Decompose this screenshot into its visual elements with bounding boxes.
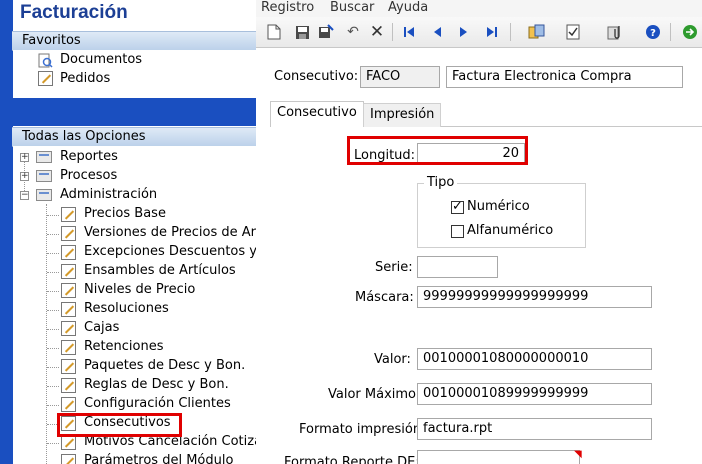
tree-item-precios-base[interactable]: Precios Base [84, 206, 166, 221]
required-marker: ◥ [574, 449, 582, 460]
tipo-group: Tipo Numérico Alfanumérico [417, 175, 586, 248]
help-icon[interactable]: ? [644, 23, 662, 41]
formato-reporte-label: Formato Reporte DE: [284, 455, 420, 464]
consecutivo-label: Consecutivo: [274, 69, 359, 84]
numerico-label: Numérico [467, 199, 530, 214]
svg-text:?: ? [650, 28, 656, 39]
pencil-icon [61, 283, 76, 298]
detail-pane: Registro Buscar Ayuda ↶ ✕ ? Consecutivo:… [256, 0, 702, 464]
undo-icon[interactable]: ↶ [344, 23, 362, 41]
new-icon[interactable] [265, 23, 283, 41]
last-icon[interactable] [483, 23, 501, 41]
pencil-icon [61, 226, 76, 241]
valor-label: Valor: [374, 352, 411, 367]
processes-folder-icon [36, 170, 52, 182]
menu-registro[interactable]: Registro [261, 0, 314, 15]
app-title: Facturación [20, 2, 128, 23]
tree-item-paquetes-desc[interactable]: Paquetes de Desc y Bon. [84, 358, 245, 373]
save-icon[interactable] [293, 23, 311, 41]
tree-item-retenciones[interactable]: Retenciones [84, 339, 164, 354]
tree-item-excepciones-descuentos[interactable]: Excepciones Descuentos y B [84, 244, 256, 259]
favorite-item-documentos[interactable]: Documentos [60, 52, 142, 67]
expand-toggle[interactable]: + [20, 172, 29, 181]
pencil-icon [61, 321, 76, 336]
tree-item-parametros-modulo[interactable]: Parámetros del Módulo [84, 453, 233, 464]
save-as-icon[interactable] [317, 23, 335, 41]
favorites-list: Documentos Pedidos [13, 50, 256, 98]
go-icon[interactable] [681, 23, 699, 41]
next-icon[interactable] [455, 23, 473, 41]
check-icon[interactable] [564, 23, 582, 41]
valor-field[interactable]: 00100001080000000010 [417, 348, 652, 370]
consecutivo-code-field[interactable]: FACO [360, 66, 440, 88]
tipo-legend: Tipo [424, 175, 458, 190]
copy-icon[interactable] [528, 23, 546, 41]
tree-item-cajas[interactable]: Cajas [84, 320, 119, 335]
section-divider [13, 98, 256, 126]
pencil-icon [61, 264, 76, 279]
pencil-icon [61, 340, 76, 355]
tab-impresion[interactable]: Impresión [363, 103, 442, 127]
pencil-icon [61, 207, 76, 222]
formato-impresion-label: Formato impresión: [299, 422, 426, 437]
pencil-icon [61, 378, 76, 393]
attach-icon[interactable] [606, 23, 624, 41]
menu-buscar[interactable]: Buscar [330, 0, 374, 15]
expand-toggle[interactable]: + [20, 153, 29, 162]
tab-consecutivo[interactable]: Consecutivo [270, 101, 364, 127]
first-icon[interactable] [400, 23, 418, 41]
alfanumerico-label: Alfanumérico [467, 223, 554, 238]
favorites-header[interactable]: Favoritos [12, 31, 256, 51]
reports-folder-icon [36, 151, 52, 163]
pencil-icon [61, 397, 76, 412]
tree-item-reglas-desc[interactable]: Reglas de Desc y Bon. [84, 377, 229, 392]
left-accent-strip [0, 0, 13, 464]
pencil-icon [61, 359, 76, 374]
navigation-pane: Facturación Favoritos Documentos Pedidos… [0, 0, 256, 464]
pencil-icon [61, 302, 76, 317]
tree-item-niveles-precio[interactable]: Niveles de Precio [84, 282, 195, 297]
valor-maximo-field[interactable]: 00100001089999999999 [417, 383, 652, 405]
pencil-icon [61, 435, 76, 450]
all-options-header-label: Todas las Opciones [22, 129, 146, 144]
toolbar: ↶ ✕ ? [256, 17, 702, 48]
pencil-icon [38, 71, 53, 86]
delete-icon[interactable]: ✕ [368, 22, 386, 42]
mascara-field[interactable]: 99999999999999999999 [417, 286, 652, 308]
consecutivo-description-field[interactable]: Factura Electronica Compra [446, 66, 683, 88]
menu-bar: Registro Buscar Ayuda [256, 0, 702, 17]
document-search-icon [38, 53, 53, 68]
tree-item-administracion[interactable]: Administración [60, 187, 157, 202]
previous-icon[interactable] [428, 23, 446, 41]
serie-field[interactable] [417, 256, 498, 278]
favorites-header-label: Favoritos [22, 33, 81, 48]
admin-folder-icon [36, 189, 52, 201]
formato-impresion-field[interactable]: factura.rpt [417, 418, 652, 440]
tree-item-resoluciones[interactable]: Resoluciones [84, 301, 169, 316]
longitud-highlight [347, 136, 528, 165]
tree-item-reportes[interactable]: Reportes [60, 149, 118, 164]
menu-ayuda[interactable]: Ayuda [388, 0, 428, 15]
pencil-icon [61, 245, 76, 260]
tree-item-ensambles[interactable]: Ensambles de Artículos [84, 263, 236, 278]
all-options-header[interactable]: Todas las Opciones [12, 127, 256, 147]
consecutivos-highlight [57, 413, 182, 437]
valor-maximo-label: Valor Máximo: [328, 387, 421, 402]
serie-label: Serie: [375, 260, 413, 275]
pencil-icon [61, 454, 76, 464]
tree-item-configuracion-clientes[interactable]: Configuración Clientes [84, 396, 231, 411]
tree-line [46, 204, 47, 464]
tree-item-procesos[interactable]: Procesos [60, 168, 117, 183]
favorite-item-pedidos[interactable]: Pedidos [60, 71, 110, 86]
collapse-toggle[interactable]: − [20, 191, 29, 200]
tree-item-versiones-precios[interactable]: Versiones de Precios de Artí [84, 225, 256, 240]
mascara-label: Máscara: [355, 290, 414, 305]
numerico-checkbox[interactable] [451, 199, 464, 214]
alfanumerico-checkbox[interactable] [451, 225, 464, 238]
formato-reporte-field[interactable] [417, 450, 580, 464]
